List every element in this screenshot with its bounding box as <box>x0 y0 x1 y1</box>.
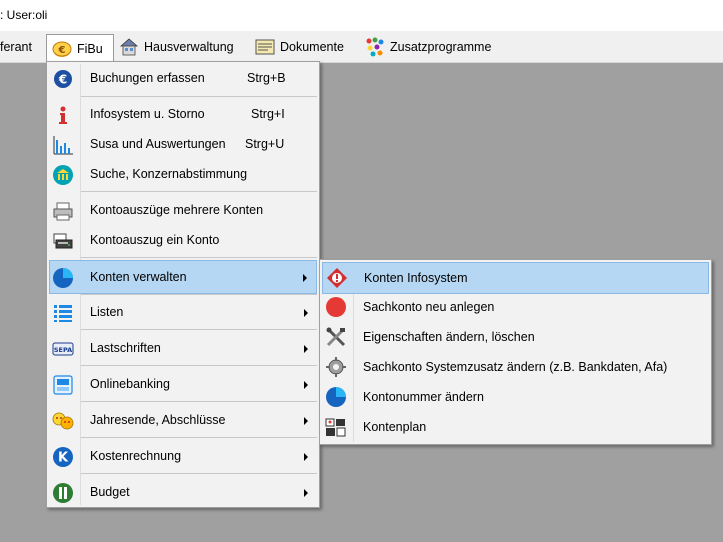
menu-zusatzprogramme[interactable]: Zusatzprogramme <box>364 34 491 60</box>
menu-separator <box>81 191 317 192</box>
menu-separator <box>81 437 317 438</box>
online-banking-icon <box>53 375 73 395</box>
printer-stack-icon <box>53 233 73 249</box>
k-badge-icon: K <box>53 447 73 467</box>
submenu-arrow-icon <box>304 381 308 389</box>
menu-zusatzprogramme-label: Zusatzprogramme <box>390 40 492 54</box>
red-circle-icon <box>326 297 346 317</box>
submenu-item-sachkonto-neu[interactable]: Sachkonto neu anlegen <box>322 292 709 322</box>
euro-coin-icon: € <box>52 41 72 57</box>
menu-item-konten-verwalten[interactable]: Konten verwalten <box>49 260 317 294</box>
account-plan-icon <box>325 418 346 437</box>
submenu-arrow-icon <box>304 489 308 497</box>
tools-icon <box>326 327 346 347</box>
sepa-icon: SEPA <box>52 342 74 356</box>
svg-text:SEPA: SEPA <box>54 346 72 354</box>
menu-fibu-label: FiBu <box>77 42 103 56</box>
window-title: : User:oli <box>0 8 48 22</box>
window-title-bar: : User:oli <box>0 0 723 31</box>
menu-item-budget[interactable]: Budget <box>49 476 317 510</box>
warning-diamond-icon <box>327 268 347 288</box>
menu-item-kostenrechnung[interactable]: K Kostenrechnung <box>49 440 317 474</box>
menu-separator <box>81 329 317 330</box>
puzzle-dots-icon <box>366 37 384 57</box>
menu-item-onlinebanking[interactable]: Onlinebanking <box>49 368 317 402</box>
submenu-item-sachkonto-systemzusatz[interactable]: Sachkonto Systemzusatz ändern (z.B. Bank… <box>322 352 709 382</box>
menu-bar: ferant € FiBu Hausverwaltung Dokumente Z… <box>0 31 723 63</box>
submenu-arrow-icon <box>304 309 308 317</box>
pie-chart-icon <box>326 387 346 407</box>
submenu-item-konten-infosystem[interactable]: Konten Infosystem <box>322 262 709 294</box>
svg-text:K: K <box>58 451 69 466</box>
euro-icon: € <box>54 70 72 88</box>
submenu-item-eigenschaften-aendern[interactable]: Eigenschaften ändern, löschen <box>322 322 709 352</box>
list-icon <box>54 305 72 322</box>
fibu-dropdown-menu: € Buchungen erfassen Strg+B Infosystem u… <box>46 61 320 508</box>
menu-separator <box>81 257 317 258</box>
menu-item-suche-konzernabstimmung[interactable]: Suche, Konzernabstimmung <box>49 158 317 192</box>
menu-item-kontoauszug-ein-konto[interactable]: Kontoauszug ein Konto <box>49 224 317 258</box>
svg-text:€: € <box>58 73 67 87</box>
info-icon <box>59 106 67 124</box>
svg-text:€: € <box>58 45 66 56</box>
menu-hausverwaltung-label: Hausverwaltung <box>144 40 234 54</box>
year-end-icon <box>52 412 74 430</box>
pie-chart-icon <box>53 268 73 288</box>
konten-submenu: Konten Infosystem Sachkonto neu anlegen … <box>319 259 712 445</box>
printer-icon <box>53 202 73 221</box>
submenu-item-kontonummer-aendern[interactable]: Kontonummer ändern <box>322 382 709 412</box>
submenu-arrow-icon <box>304 345 308 353</box>
menu-item-susa-auswertungen[interactable]: Susa und Auswertungen Strg+U <box>49 128 317 162</box>
gear-icon <box>326 357 346 377</box>
house-icon <box>119 38 139 56</box>
menu-lieferant[interactable]: ferant <box>0 34 32 60</box>
menu-item-infosystem-storno[interactable]: Infosystem u. Storno Strg+I <box>49 98 317 132</box>
submenu-arrow-icon <box>303 274 307 282</box>
menu-separator <box>81 96 317 97</box>
menu-separator <box>81 473 317 474</box>
menu-separator <box>81 401 317 402</box>
menu-dokumente-label: Dokumente <box>280 40 344 54</box>
submenu-item-kontenplan[interactable]: Kontenplan <box>322 412 709 442</box>
menu-separator <box>81 365 317 366</box>
menu-hausverwaltung[interactable]: Hausverwaltung <box>118 34 234 60</box>
menu-dokumente[interactable]: Dokumente <box>254 34 344 60</box>
menu-item-listen[interactable]: Listen <box>49 296 317 330</box>
submenu-arrow-icon <box>304 453 308 461</box>
bar-chart-icon <box>53 136 73 155</box>
submenu-arrow-icon <box>304 417 308 425</box>
menu-item-lastschriften[interactable]: SEPA Lastschriften <box>49 332 317 366</box>
menu-item-kontoauszuege-mehrere[interactable]: Kontoauszüge mehrere Konten <box>49 194 317 228</box>
menu-item-jahresende-abschluesse[interactable]: Jahresende, Abschlüsse <box>49 404 317 438</box>
menu-lieferant-label: ferant <box>0 40 32 54</box>
b-badge-icon <box>53 483 73 503</box>
search-bank-icon <box>53 165 73 185</box>
menu-separator <box>81 294 317 295</box>
menu-item-buchungen-erfassen[interactable]: € Buchungen erfassen Strg+B <box>49 62 317 96</box>
menu-fibu[interactable]: € FiBu <box>46 34 114 63</box>
document-icon <box>255 39 275 55</box>
